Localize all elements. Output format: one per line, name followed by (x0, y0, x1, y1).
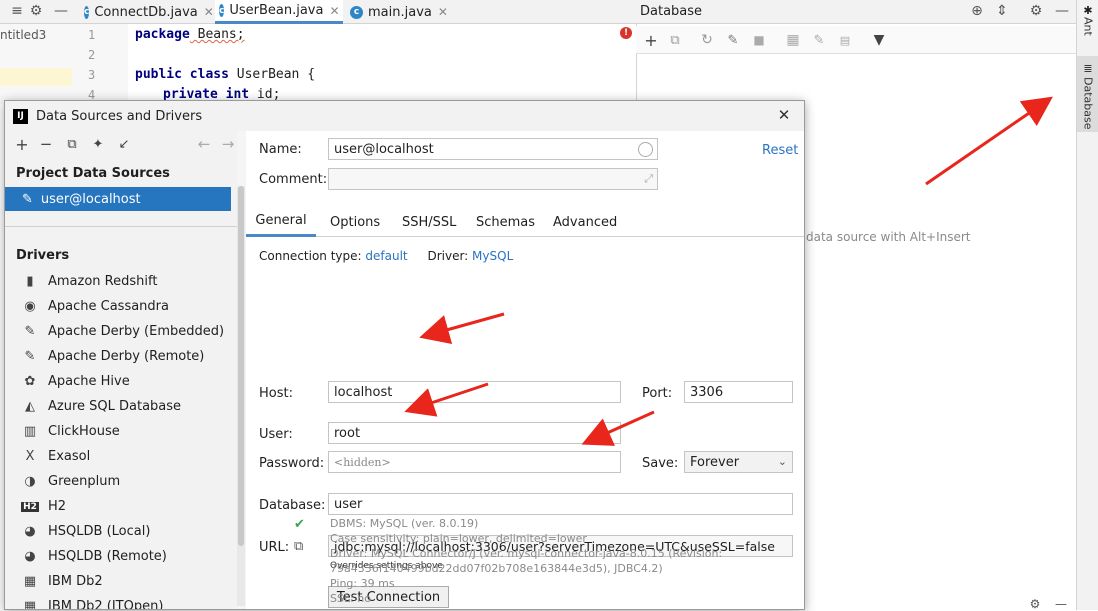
annotation-arrow (925, 96, 1053, 186)
annotation-arrow (581, 410, 655, 446)
annotation-overlay (404, 96, 1053, 446)
annotation-arrow (404, 382, 489, 417)
annotation-arrow (419, 312, 505, 345)
